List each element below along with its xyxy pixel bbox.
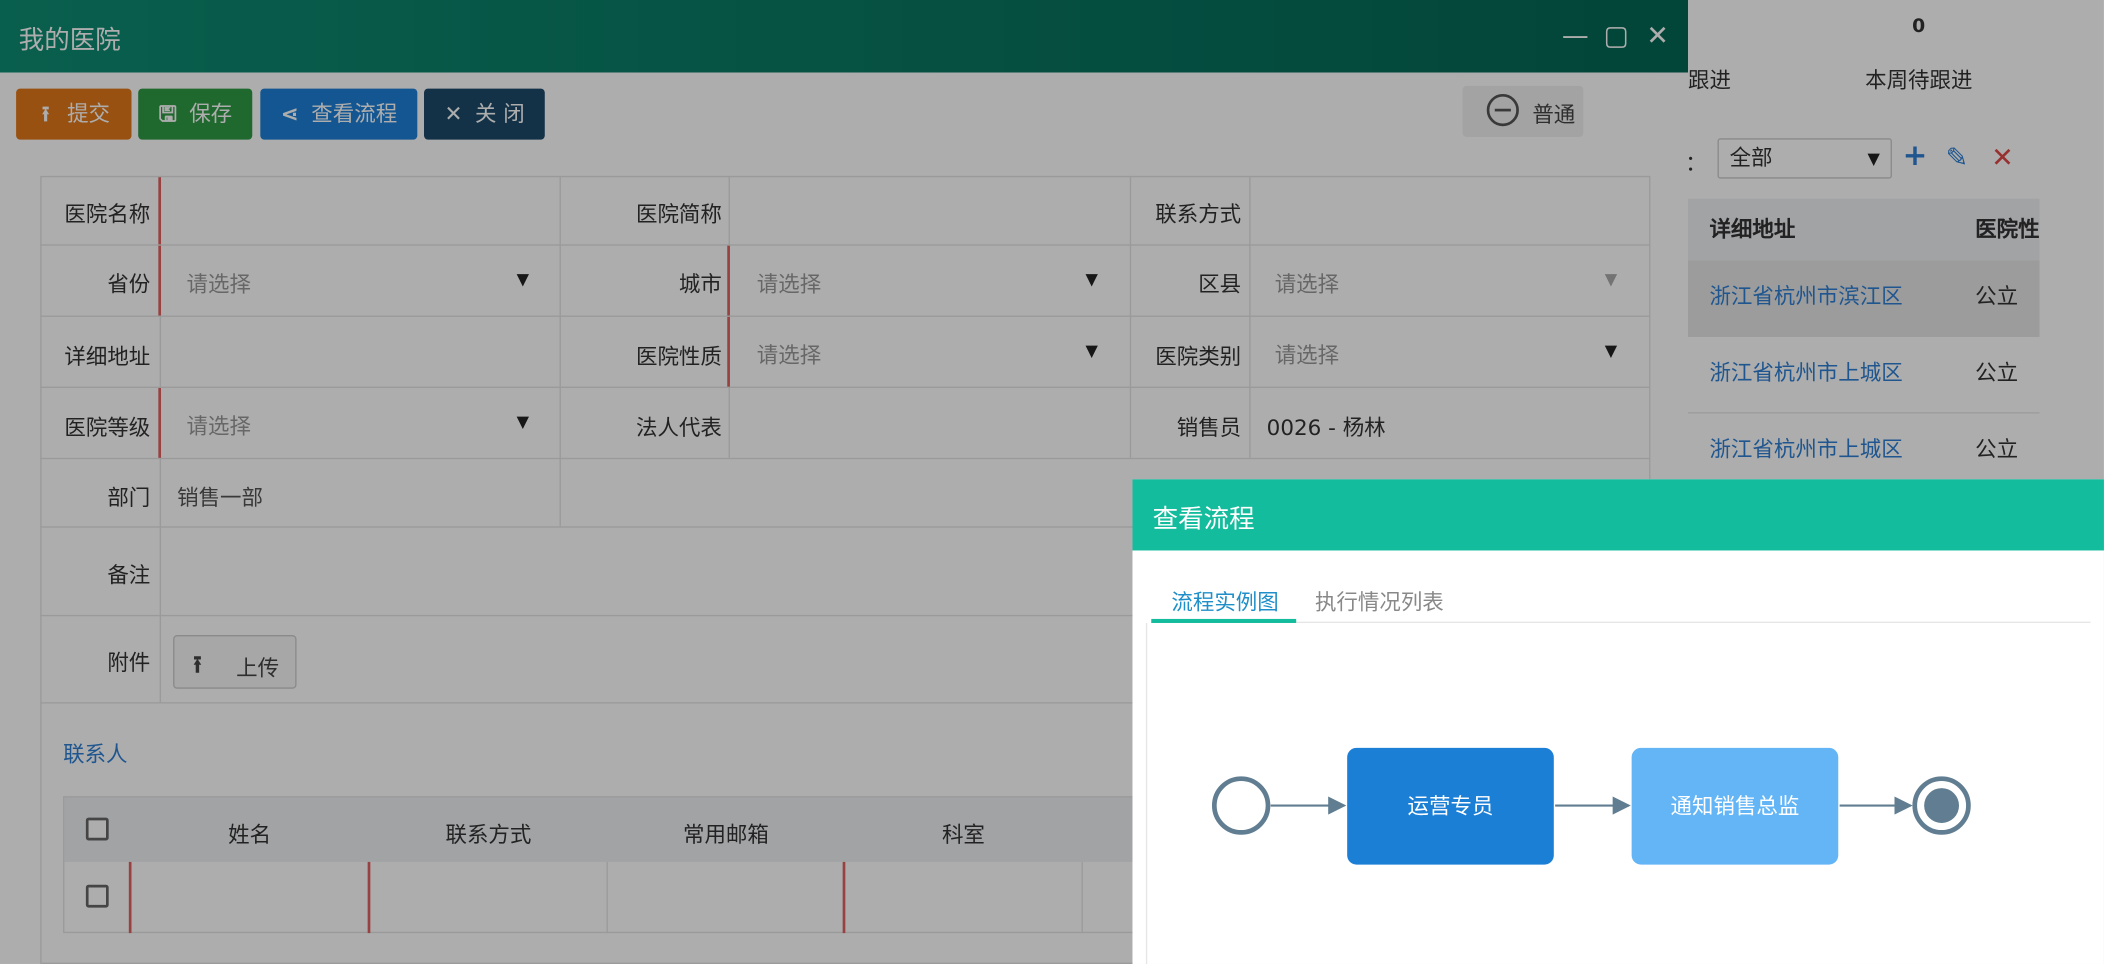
tab-execution-list[interactable]: 执行情况列表 — [1315, 584, 1444, 616]
flow-dialog: 查看流程 流程实例图 执行情况列表 运营专员 通知销售总监 — [1132, 479, 2104, 964]
task-node-ops-label: 运营专员 — [1408, 795, 1494, 820]
dialog-header[interactable]: 查看流程 — [1132, 479, 2104, 551]
task-node-notify-label: 通知销售总监 — [1671, 795, 1800, 820]
flow-diagram: 运营专员 通知销售总监 — [1211, 747, 1971, 865]
end-event-inner — [1924, 788, 1960, 824]
tab-flow-diagram[interactable]: 流程实例图 — [1171, 584, 1278, 616]
dialog-title: 查看流程 — [1152, 504, 1255, 535]
flow-canvas: 运营专员 通知销售总监 — [1145, 622, 2104, 964]
start-event[interactable] — [1211, 776, 1271, 835]
